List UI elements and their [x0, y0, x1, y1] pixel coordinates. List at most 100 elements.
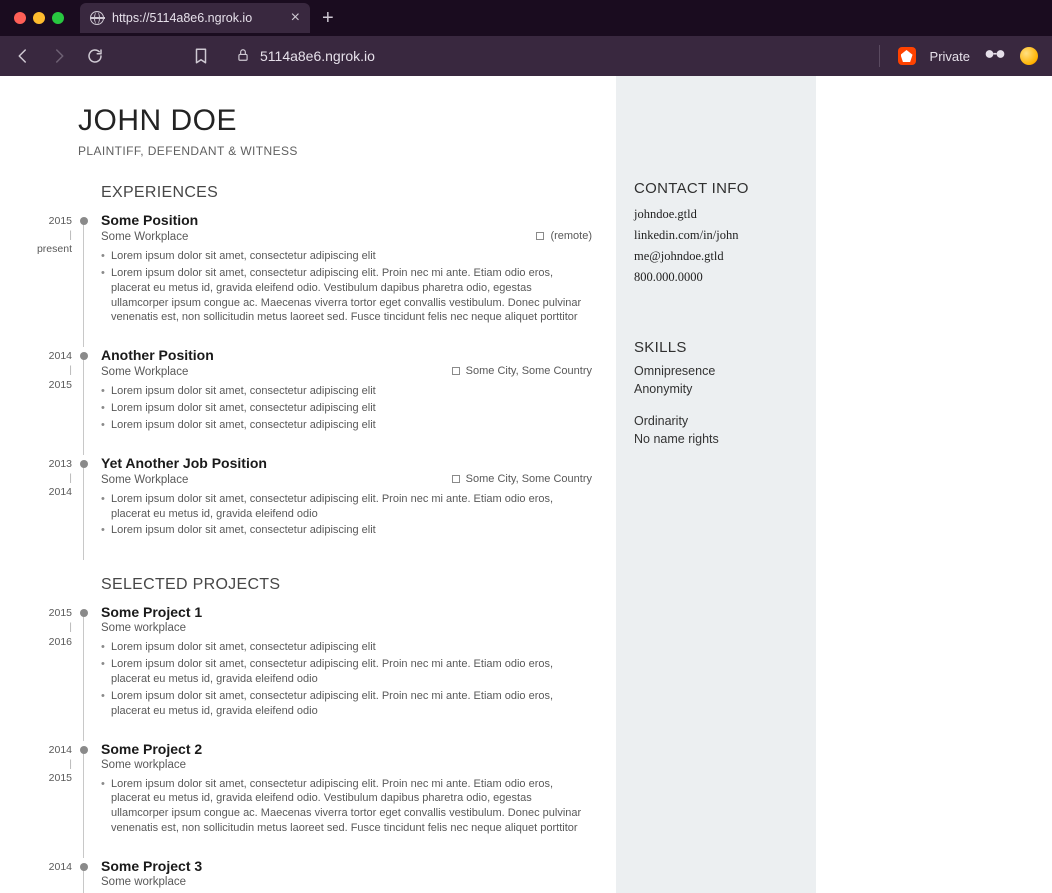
entry-title: Yet Another Job Position: [101, 455, 267, 471]
skills-group: Ordinarity No name rights: [634, 414, 798, 446]
bullet-item: Lorem ipsum dolor sit amet, consectetur …: [101, 418, 592, 433]
skills-group: Omnipresence Anonymity: [634, 364, 798, 396]
timeline-dates: 2014|2015: [0, 349, 72, 392]
browser-tab[interactable]: https://5114a8e6.ngrok.io ×: [80, 3, 310, 33]
private-mode-label: Private: [930, 49, 970, 64]
url-text: 5114a8e6.ngrok.io: [260, 48, 375, 64]
tab-bar: https://5114a8e6.ngrok.io × +: [0, 0, 1052, 36]
map-marker-icon: [536, 232, 544, 240]
contact-item: linkedin.com/in/john: [634, 228, 798, 243]
skills-block: SKILLS Omnipresence Anonymity Ordinarity N…: [634, 339, 798, 446]
entry-org: Some workplace: [101, 759, 186, 771]
timeline-dates: 2014: [0, 860, 72, 874]
contact-item: me@johndoe.gtld: [634, 249, 798, 264]
entry-location: Some City, Some Country: [452, 473, 592, 485]
resume-page: JOHN DOE PLAINTIFF, DEFENDANT & WITNESS …: [0, 76, 1052, 893]
entry-bullets: Lorem ipsum dolor sit amet, consectetur …: [101, 492, 592, 539]
entry-bullets: Lorem ipsum dolor sit amet, consectetur …: [101, 249, 592, 325]
new-tab-button[interactable]: +: [322, 7, 334, 30]
toolbar-right: Private: [879, 45, 1038, 67]
address-bar[interactable]: 5114a8e6.ngrok.io: [236, 42, 375, 70]
window-controls: [14, 12, 64, 24]
bullet-item: Lorem ipsum dolor sit amet, consectetur …: [101, 523, 592, 538]
timeline-entry: 2015|present Some Position Some Workplac…: [101, 212, 616, 325]
bullet-item: Lorem ipsum dolor sit amet, consectetur …: [101, 689, 592, 719]
timeline-line: [83, 749, 84, 858]
skill-item: Anonymity: [634, 382, 798, 396]
brave-rewards-icon[interactable]: [1020, 47, 1038, 65]
bullet-item: Lorem ipsum dolor sit amet, consectetur …: [101, 492, 592, 522]
timeline-dot: [80, 863, 88, 871]
timeline-line: [83, 463, 84, 561]
skill-item: Ordinarity: [634, 414, 798, 428]
timeline-dot: [80, 609, 88, 617]
sidebar: CONTACT INFO johndoe.gtld linkedin.com/in…: [616, 76, 816, 893]
bullet-item: Lorem ipsum dolor sit amet, consectetur …: [101, 640, 592, 655]
contact-list: johndoe.gtld linkedin.com/in/john me@johnd…: [634, 207, 798, 285]
entry-bullets: Lorem ipsum dolor sit amet, consectetur …: [101, 777, 592, 836]
entry-org: Some Workplace: [101, 474, 188, 486]
bullet-item: Lorem ipsum dolor sit amet, consectetur …: [101, 777, 592, 836]
bookmark-icon[interactable]: [192, 47, 210, 65]
sidebar-skills-header: SKILLS: [634, 339, 798, 356]
timeline-entry: 2013|2014 Yet Another Job Position Some …: [101, 455, 616, 539]
back-button[interactable]: [14, 47, 32, 65]
lock-icon: [236, 48, 250, 65]
header-block: JOHN DOE PLAINTIFF, DEFENDANT & WITNESS: [78, 104, 616, 158]
entry-location: (remote): [536, 230, 592, 242]
timeline-line: [83, 355, 84, 455]
forward-button[interactable]: [50, 47, 68, 65]
entry-org: Some workplace: [101, 622, 186, 634]
bullet-item: Lorem ipsum dolor sit amet, consectetur …: [101, 657, 592, 687]
timeline-dot: [80, 746, 88, 754]
brave-shield-icon[interactable]: [898, 47, 916, 65]
timeline-line: [83, 612, 84, 740]
sidebar-contact-header: CONTACT INFO: [634, 180, 798, 197]
timeline-dot: [80, 217, 88, 225]
entry-title: Some Project 3: [101, 858, 202, 874]
minimize-window-button[interactable]: [33, 12, 45, 24]
toolbar: 5114a8e6.ngrok.io Private: [0, 36, 1052, 76]
bullet-item: Lorem ipsum dolor sit amet, consectetur …: [101, 384, 592, 399]
timeline-dates: 2014|2015: [0, 743, 72, 786]
entry-title: Another Position: [101, 347, 214, 363]
page-viewport[interactable]: JOHN DOE PLAINTIFF, DEFENDANT & WITNESS …: [0, 76, 1052, 893]
maximize-window-button[interactable]: [52, 12, 64, 24]
skill-item: No name rights: [634, 432, 798, 446]
browser-chrome: https://5114a8e6.ngrok.io × + 5114a8e6.n…: [0, 0, 1052, 76]
section-header-experiences: EXPERIENCES: [101, 184, 616, 202]
entry-org: Some Workplace: [101, 366, 188, 378]
map-marker-icon: [452, 367, 460, 375]
contact-item: johndoe.gtld: [634, 207, 798, 222]
skill-item: Omnipresence: [634, 364, 798, 378]
timeline-entry: 2015|2016 Some Project 1 Some workplace …: [101, 604, 616, 718]
map-marker-icon: [452, 475, 460, 483]
tab-title: https://5114a8e6.ngrok.io: [112, 11, 252, 25]
entry-title: Some Position: [101, 212, 198, 228]
entry-title: Some Project 1: [101, 604, 202, 620]
main-column: JOHN DOE PLAINTIFF, DEFENDANT & WITNESS …: [0, 76, 616, 893]
toolbar-separator: [879, 45, 880, 67]
bullet-item: Lorem ipsum dolor sit amet, consectetur …: [101, 249, 592, 264]
entry-location: Some City, Some Country: [452, 365, 592, 377]
timeline-dates: 2013|2014: [0, 457, 72, 500]
entry-bullets: Lorem ipsum dolor sit amet, consectetur …: [101, 384, 592, 433]
person-name: JOHN DOE: [78, 104, 616, 138]
close-window-button[interactable]: [14, 12, 26, 24]
incognito-icon: [984, 47, 1006, 65]
close-tab-icon[interactable]: ×: [291, 10, 300, 26]
entry-bullets: Lorem ipsum dolor sit amet, consectetur …: [101, 640, 592, 718]
timeline-entry: 2014|2015 Some Project 2 Some workplace …: [101, 741, 616, 836]
timeline-dot: [80, 352, 88, 360]
reload-button[interactable]: [86, 47, 104, 65]
timeline-dates: 2015|present: [0, 214, 72, 257]
entry-org: Some Workplace: [101, 231, 188, 243]
globe-icon: [90, 11, 104, 25]
timeline-dot: [80, 460, 88, 468]
timeline-entry: 2014|2015 Another Position Some Workplac…: [101, 347, 616, 433]
timeline-line: [83, 220, 84, 347]
person-subtitle: PLAINTIFF, DEFENDANT & WITNESS: [78, 144, 616, 158]
timeline-entry: 2014 Some Project 3 Some workplace Lorem…: [101, 858, 616, 893]
section-header-projects: SELECTED PROJECTS: [101, 576, 616, 594]
bullet-item: Lorem ipsum dolor sit amet, consectetur …: [101, 401, 592, 416]
